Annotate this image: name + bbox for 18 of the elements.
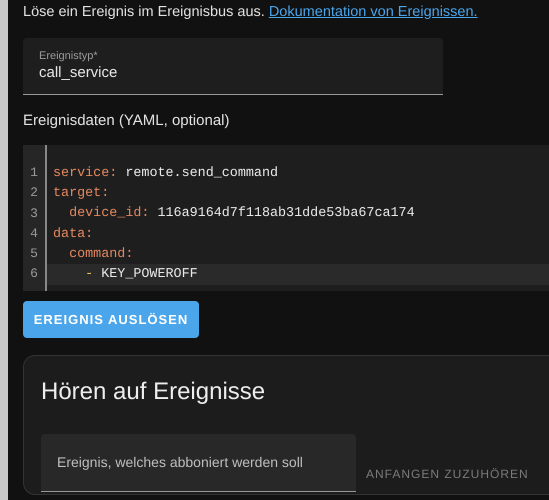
documentation-link[interactable]: Dokumentation von Ereignissen. — [268, 4, 478, 20]
code-line: device_id: 116a9164d7f118ab31dde53ba67ca174 — [68, 206, 415, 222]
field-label: Ereignistyp* — [39, 50, 98, 62]
code-editor[interactable]: 1 service: remote.send_command 2 target: 3 device_id: 116a9164d7f118ab31dde53ba67ca174 4 data: 5 command: 6 - KEY_POWEROFF — [23, 145, 549, 291]
line-number: 6 — [23, 264, 47, 285]
code-line: command: — [68, 246, 134, 262]
event-type-field[interactable]: Ereignistyp* call_service — [23, 38, 443, 95]
code-line: data: — [52, 226, 94, 242]
event-subscribe-field[interactable]: Ereignis, welches abboniert werden soll — [41, 434, 356, 492]
code-line: target: — [52, 186, 110, 201]
code-line: service: remote.send_command — [52, 166, 278, 181]
section-label: Ereignisdaten (YAML, optional) — [23, 112, 230, 131]
code-line: - KEY_POWEROFF — [84, 267, 198, 282]
intro-text: Löse ein Ereignis im Ereignisbus aus. Dokumentation von Ereignissen. — [23, 3, 479, 22]
scrollbar[interactable] — [0, 0, 8, 500]
event-type-input[interactable]: call_service — [39, 62, 239, 81]
card-title: Hören auf Ereignisse — [41, 376, 266, 407]
event-subscribe-input[interactable]: Ereignis, welches abboniert werden soll — [57, 454, 340, 470]
